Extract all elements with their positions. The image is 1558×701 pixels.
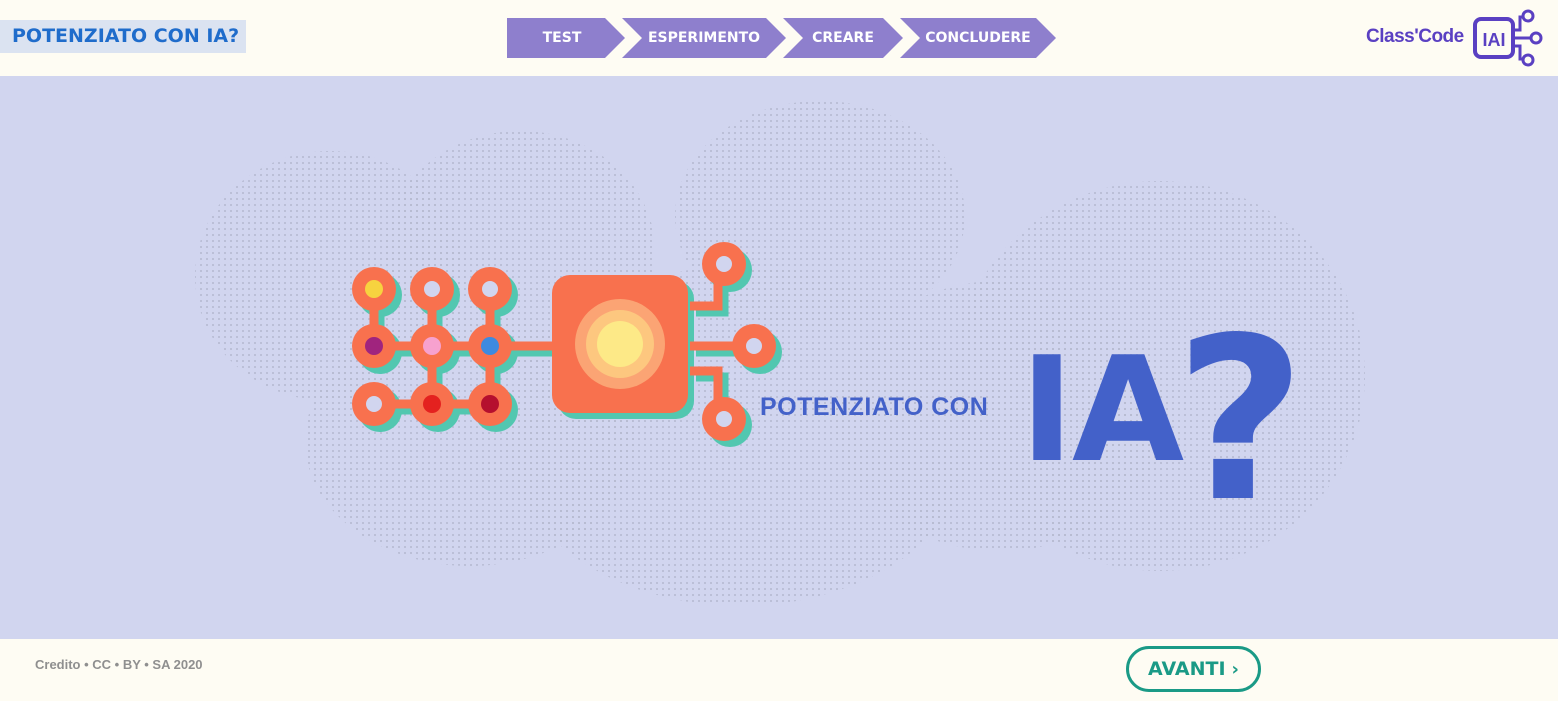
classcode-logo[interactable]: Class'Code IAI [1366, 8, 1546, 70]
step-esperimento[interactable]: ESPERIMENTO [622, 18, 786, 58]
top-bar: POTENZIATO CON IA? TEST ESPERIMENTO CREA… [0, 0, 1558, 76]
hero-question-mark: ? [1175, 290, 1306, 552]
hero-subtitle: POTENZIATO CON [760, 393, 988, 421]
next-button[interactable]: AVANTI › [1126, 646, 1261, 692]
step-creare[interactable]: CREARE [783, 18, 903, 58]
step-concludere[interactable]: CONCLUDERE [900, 18, 1056, 58]
next-button-label: AVANTI [1148, 658, 1226, 680]
page-title: POTENZIATO CON IA? [0, 20, 246, 53]
iai-logo-icon: IAI [1473, 9, 1543, 67]
hero-panel: POTENZIATO CON IA ? [0, 76, 1558, 639]
credit-text: Credito • CC • BY • SA 2020 [35, 657, 203, 672]
step-test[interactable]: TEST [507, 18, 625, 58]
footer-bar: Credito • CC • BY • SA 2020 AVANTI › [0, 639, 1558, 701]
brand-badge: IAI [1482, 30, 1505, 50]
hero-headline: IA [1020, 326, 1184, 495]
hero-illustration: POTENZIATO CON IA ? [195, 101, 1365, 606]
brand-name: Class'Code [1366, 26, 1464, 47]
chevron-right-icon: › [1231, 659, 1239, 680]
